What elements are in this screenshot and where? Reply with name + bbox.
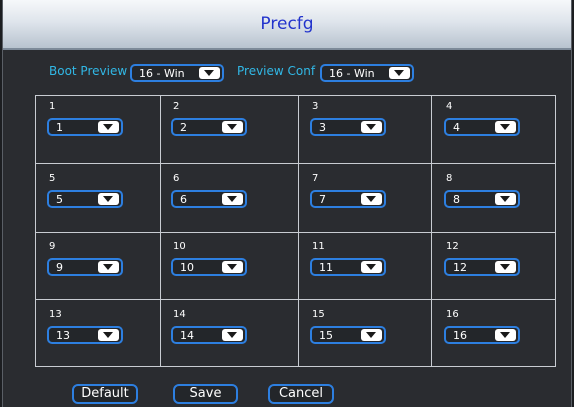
channel-select-value: 13 xyxy=(56,329,70,342)
channel-select[interactable]: 6 xyxy=(171,190,247,208)
grid-divider xyxy=(160,96,161,366)
grid-divider xyxy=(36,232,555,233)
channel-select[interactable]: 11 xyxy=(310,258,386,276)
chevron-down-icon[interactable] xyxy=(98,193,119,205)
channel-select[interactable]: 13 xyxy=(47,326,123,344)
title-bar: Precfg xyxy=(3,0,571,50)
preview-conf-select[interactable]: 16 - Win xyxy=(320,64,414,82)
channel-number: 13 xyxy=(49,309,62,320)
channel-select-value: 15 xyxy=(319,329,333,342)
chevron-down-icon[interactable] xyxy=(222,193,243,205)
channel-select[interactable]: 15 xyxy=(310,326,386,344)
grid-divider xyxy=(36,163,555,164)
chevron-down-icon[interactable] xyxy=(361,329,382,341)
channel-number: 3 xyxy=(312,101,319,112)
channel-number: 15 xyxy=(312,309,325,320)
channel-select[interactable]: 9 xyxy=(47,258,123,276)
cancel-button[interactable]: Cancel xyxy=(268,384,334,404)
channel-select-value: 7 xyxy=(319,193,326,206)
grid-divider xyxy=(298,96,299,366)
chevron-down-icon[interactable] xyxy=(495,121,516,133)
channel-number: 2 xyxy=(173,101,180,112)
default-button[interactable]: Default xyxy=(72,384,138,404)
channel-select[interactable]: 5 xyxy=(47,190,123,208)
save-button[interactable]: Save xyxy=(173,384,238,404)
channel-select[interactable]: 14 xyxy=(171,326,247,344)
channel-select-value: 9 xyxy=(56,261,63,274)
chevron-down-icon[interactable] xyxy=(495,193,516,205)
channel-select[interactable]: 10 xyxy=(171,258,247,276)
chevron-down-icon[interactable] xyxy=(222,261,243,273)
boot-preview-select[interactable]: 16 - Win xyxy=(130,64,224,82)
channel-number: 11 xyxy=(312,241,325,252)
channel-number: 12 xyxy=(446,241,459,252)
channel-number: 1 xyxy=(49,101,56,112)
chevron-down-icon[interactable] xyxy=(98,261,119,273)
chevron-down-icon[interactable] xyxy=(222,121,243,133)
channel-select-value: 8 xyxy=(453,193,460,206)
channel-number: 10 xyxy=(173,241,186,252)
channel-number: 7 xyxy=(312,173,319,184)
channel-select-value: 14 xyxy=(180,329,194,342)
chevron-down-icon[interactable] xyxy=(98,329,119,341)
channel-select-value: 5 xyxy=(56,193,63,206)
dialog-title: Precfg xyxy=(260,14,314,34)
preview-conf-value: 16 - Win xyxy=(329,67,375,80)
chevron-down-icon[interactable] xyxy=(495,261,516,273)
chevron-down-icon[interactable] xyxy=(361,193,382,205)
channel-select[interactable]: 12 xyxy=(444,258,520,276)
chevron-down-icon[interactable] xyxy=(98,121,119,133)
channel-number: 4 xyxy=(446,101,453,112)
preview-conf-label: Preview Conf xyxy=(237,64,316,78)
channel-select-value: 3 xyxy=(319,121,326,134)
channel-select-value: 16 xyxy=(453,329,467,342)
chevron-down-icon[interactable] xyxy=(199,67,220,79)
channel-number: 16 xyxy=(446,309,459,320)
chevron-down-icon[interactable] xyxy=(222,329,243,341)
channel-select-value: 4 xyxy=(453,121,460,134)
channel-select-value: 2 xyxy=(180,121,187,134)
channel-number: 6 xyxy=(173,173,180,184)
chevron-down-icon[interactable] xyxy=(361,121,382,133)
boot-preview-value: 16 - Win xyxy=(139,67,185,80)
channel-select[interactable]: 7 xyxy=(310,190,386,208)
channel-select-value: 10 xyxy=(180,261,194,274)
channel-select[interactable]: 4 xyxy=(444,118,520,136)
channel-select-value: 11 xyxy=(319,261,333,274)
channel-select[interactable]: 8 xyxy=(444,190,520,208)
channel-number: 9 xyxy=(49,241,56,252)
channel-number: 14 xyxy=(173,309,186,320)
grid-divider xyxy=(36,299,555,300)
channel-number: 5 xyxy=(49,173,56,184)
channel-select-value: 12 xyxy=(453,261,467,274)
chevron-down-icon[interactable] xyxy=(389,67,410,79)
chevron-down-icon[interactable] xyxy=(361,261,382,273)
channel-select-value: 1 xyxy=(56,121,63,134)
channel-select[interactable]: 2 xyxy=(171,118,247,136)
channel-select[interactable]: 16 xyxy=(444,326,520,344)
channel-select-value: 6 xyxy=(180,193,187,206)
channel-select[interactable]: 1 xyxy=(47,118,123,136)
grid-divider xyxy=(431,96,432,366)
channel-grid: 1 1 2 2 3 3 4 4 5 5 6 6 7 7 8 8 9 9 10 1… xyxy=(35,95,556,367)
chevron-down-icon[interactable] xyxy=(495,329,516,341)
boot-preview-label: Boot Preview xyxy=(49,64,128,78)
channel-number: 8 xyxy=(446,173,453,184)
channel-select[interactable]: 3 xyxy=(310,118,386,136)
precfg-dialog: Precfg Boot Preview 16 - Win Preview Con… xyxy=(2,0,572,407)
